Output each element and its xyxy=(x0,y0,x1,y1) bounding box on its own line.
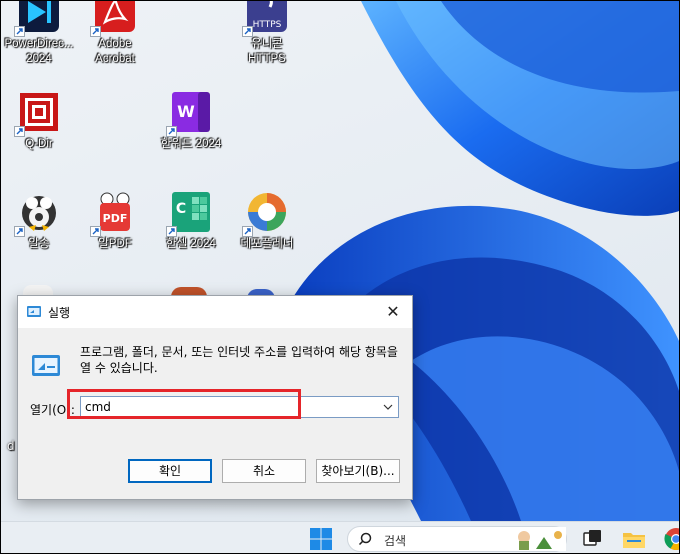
desktop-icon-q-dir[interactable]: Q-Dir xyxy=(3,89,75,152)
hancell-icon: C xyxy=(166,189,214,237)
shortcut-arrow-icon xyxy=(14,226,25,237)
desktop-icon-label: Q-Dir xyxy=(25,138,53,150)
unicorn-https-icon: HTTPS xyxy=(242,1,290,37)
desktop-icon-label: 한셀 2024 xyxy=(166,238,216,250)
shortcut-arrow-icon xyxy=(90,226,101,237)
desktop-icon-adobe-acrobat[interactable]: Adobe Acrobat xyxy=(79,1,151,67)
desktop-icon-hanword-2024[interactable]: W 한워드 2024 xyxy=(155,89,227,152)
depoplanner-icon xyxy=(242,189,290,237)
desktop-icon-label: 데포플레너 xyxy=(240,238,294,250)
windows-logo-icon xyxy=(310,528,332,550)
open-input[interactable] xyxy=(85,398,375,416)
run-dialog: 실행 ✕ 프로그램, 폴더, 문서, 또는 인터넷 주소를 입력하여 해당 항목… xyxy=(17,295,413,500)
open-label: 열기(O): xyxy=(30,403,75,417)
hanword-icon: W xyxy=(166,89,214,137)
svg-text:HTTPS: HTTPS xyxy=(253,20,282,30)
shortcut-arrow-icon xyxy=(14,26,25,37)
desktop: PowerDirec... 2024 Adobe Acrobat HTTPS 유… xyxy=(0,0,680,554)
desktop-icon-label: Adobe Acrobat xyxy=(95,38,135,65)
run-program-icon xyxy=(30,350,62,385)
alsong-icon xyxy=(14,189,62,237)
run-dialog-title: 실행 xyxy=(48,306,71,320)
open-combobox[interactable] xyxy=(80,396,399,418)
ok-button[interactable]: 확인 xyxy=(128,459,212,483)
close-button[interactable]: ✕ xyxy=(374,296,412,328)
desktop-icon-depoplanner[interactable]: 데포플레너 xyxy=(231,189,303,252)
shortcut-arrow-icon xyxy=(14,126,25,137)
adobe-acrobat-icon xyxy=(90,1,138,37)
desktop-icon-label: 유니콘 HTTPS xyxy=(248,38,286,65)
run-description: 프로그램, 폴더, 문서, 또는 인터넷 주소를 입력하여 해당 항목을 열 수… xyxy=(80,345,398,375)
desktop-icon-label: 알송 xyxy=(28,238,50,250)
shortcut-arrow-icon xyxy=(166,126,177,137)
desktop-icon-unicorn-https[interactable]: HTTPS 유니콘 HTTPS xyxy=(231,1,303,67)
desktop-icon-label: 한워드 2024 xyxy=(160,138,222,150)
file-explorer-icon[interactable] xyxy=(621,526,647,552)
run-dialog-titlebar[interactable]: 실행 ✕ xyxy=(18,296,412,328)
powerdirector-icon xyxy=(14,1,62,37)
chevron-down-icon[interactable] xyxy=(381,400,395,414)
search-icon xyxy=(358,532,372,549)
desktop-icon-label: 알PDF xyxy=(98,238,132,250)
search-placeholder: 검색 xyxy=(384,534,407,548)
svg-text:W: W xyxy=(177,102,195,121)
svg-text:C: C xyxy=(176,201,186,217)
shortcut-arrow-icon xyxy=(166,226,177,237)
start-button[interactable] xyxy=(309,527,333,551)
desktop-icon-hancell-2024[interactable]: C 한셀 2024 xyxy=(155,189,227,252)
q-dir-icon xyxy=(14,89,62,137)
browse-button[interactable]: 찾아보기(B)... xyxy=(316,459,400,483)
search-highlight-illustration-icon xyxy=(514,527,566,553)
cancel-button[interactable]: 취소 xyxy=(222,459,306,483)
shortcut-arrow-icon xyxy=(242,26,253,37)
task-view-icon[interactable] xyxy=(579,526,605,552)
taskbar: 검색 xyxy=(1,521,679,553)
run-dialog-body: 프로그램, 폴더, 문서, 또는 인터넷 주소를 입력하여 해당 항목을 열 수… xyxy=(18,328,412,499)
desktop-icon-alpdf[interactable]: PDF 알PDF xyxy=(79,189,151,252)
svg-text:PDF: PDF xyxy=(103,212,128,225)
alpdf-icon: PDF xyxy=(90,189,138,237)
desktop-icon-partial-label: d xyxy=(7,439,15,453)
shortcut-arrow-icon xyxy=(90,26,101,37)
taskbar-search[interactable]: 검색 xyxy=(347,526,567,552)
run-icon xyxy=(26,304,42,323)
chrome-icon[interactable] xyxy=(663,526,679,552)
shortcut-arrow-icon xyxy=(242,226,253,237)
desktop-icon-powerdirector[interactable]: PowerDirec... 2024 xyxy=(3,1,75,67)
desktop-icon-alsong[interactable]: 알송 xyxy=(3,189,75,252)
desktop-icon-label: PowerDirec... 2024 xyxy=(4,38,74,65)
